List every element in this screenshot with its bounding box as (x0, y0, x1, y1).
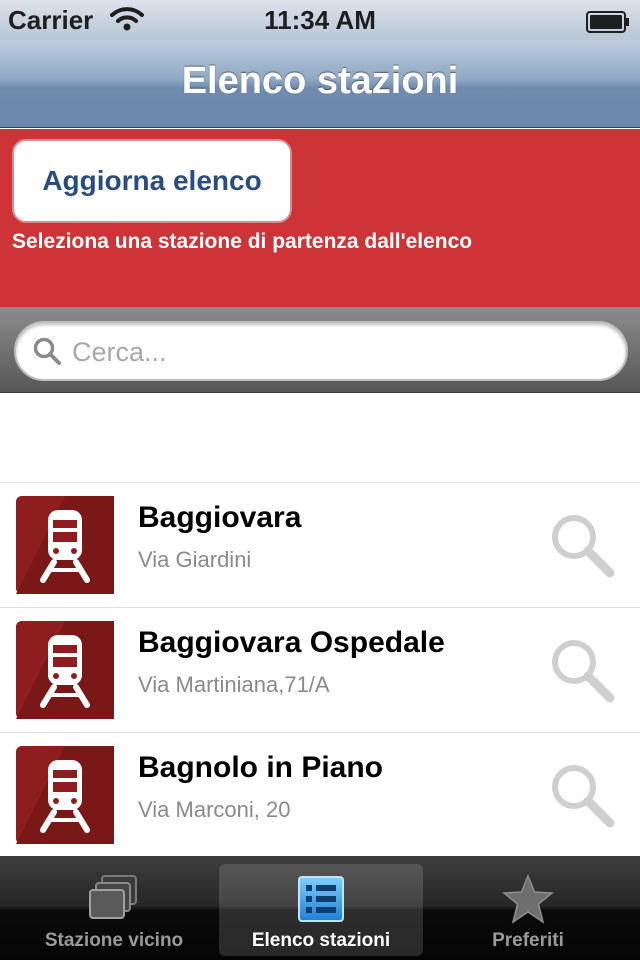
tab-elenco-stazioni[interactable]: Elenco stazioni (219, 864, 423, 956)
station-row[interactable]: Baggiovara Ospedale Via Martiniana,71/A (0, 607, 640, 732)
instruction-text: Seleziona una stazione di partenza dall'… (12, 230, 473, 253)
station-address: Via Marconi, 20 (138, 797, 291, 822)
tab-label: Preferiti (492, 930, 564, 951)
magnifier-icon[interactable] (548, 511, 618, 586)
magnifier-icon[interactable] (548, 761, 618, 836)
train-icon (16, 496, 114, 594)
station-name: Bagnolo in Piano (138, 751, 383, 784)
navigation-bar: Elenco stazioni (0, 40, 640, 128)
station-name: Baggiovara Ospedale (138, 626, 445, 659)
train-icon (16, 621, 114, 719)
station-row[interactable]: Baggiovara Via Giardini (0, 482, 640, 607)
tab-preferiti[interactable]: Preferiti (426, 864, 630, 956)
magnifier-icon[interactable] (548, 636, 618, 711)
battery-icon (586, 9, 630, 40)
clock: 11:34 AM (264, 5, 376, 35)
search-input[interactable] (72, 333, 592, 371)
list-header-spacer (0, 394, 640, 482)
status-bar: Carrier 11:34 AM (0, 0, 640, 40)
photo-stack-icon (12, 874, 216, 927)
station-address: Via Martiniana,71/A (138, 672, 330, 697)
station-row[interactable]: Bagnolo in Piano Via Marconi, 20 (0, 732, 640, 856)
tab-bar: Stazione vicino Elenco stazioni Preferit… (0, 856, 640, 960)
refresh-list-button[interactable]: Aggiorna elenco (12, 139, 292, 223)
refresh-panel: Aggiorna elenco Seleziona una stazione d… (0, 129, 640, 307)
search-icon (32, 336, 62, 371)
search-field[interactable] (14, 321, 628, 381)
tab-stazione-vicino[interactable]: Stazione vicino (12, 864, 216, 956)
tab-label: Elenco stazioni (251, 930, 391, 951)
page-title: Elenco stazioni (181, 60, 459, 102)
star-icon (426, 874, 630, 929)
search-bar (0, 307, 640, 393)
tab-label: Stazione vicino (44, 930, 184, 951)
station-list[interactable]: Baggiovara Via Giardini Baggiovara Osped… (0, 394, 640, 856)
station-name: Baggiovara (138, 501, 302, 534)
train-icon (16, 746, 114, 844)
station-address: Via Giardini (138, 547, 252, 572)
list-icon (219, 874, 423, 929)
